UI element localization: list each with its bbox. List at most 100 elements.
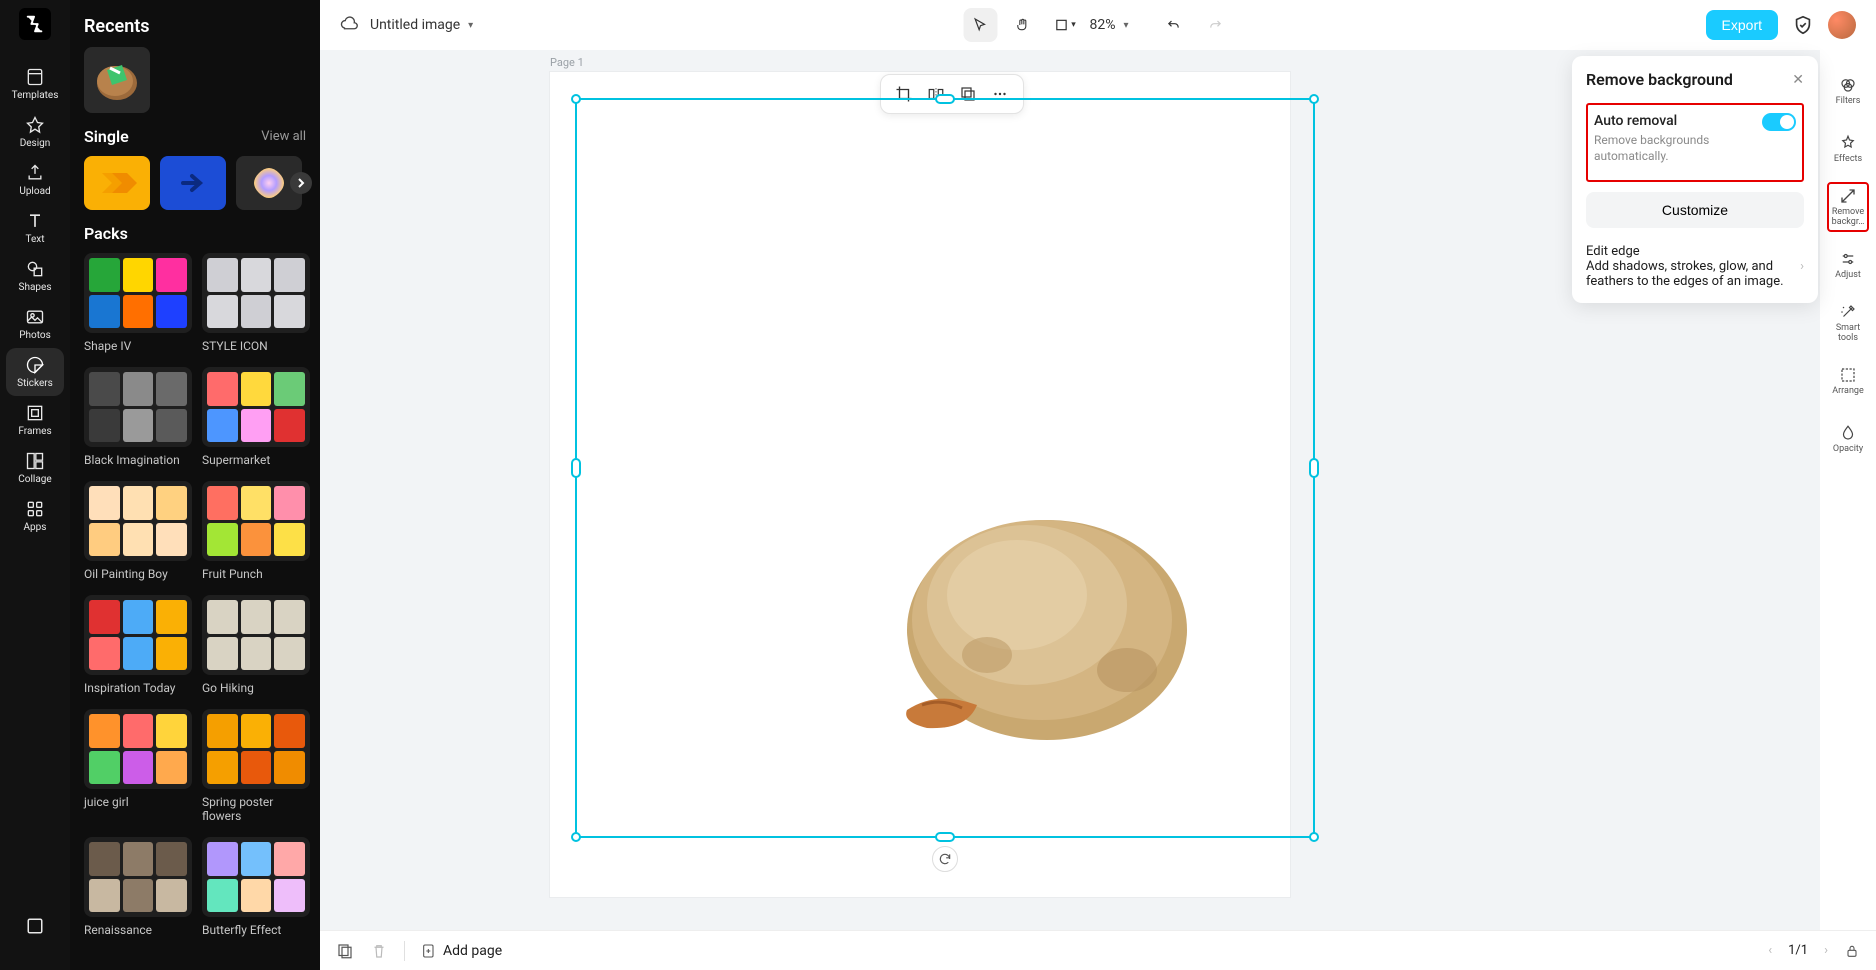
close-panel-button[interactable]: ✕ xyxy=(1792,72,1804,88)
single-sticker-thumb[interactable] xyxy=(160,156,226,210)
pack-label: Black Imagination xyxy=(84,453,192,467)
edit-edge-button[interactable]: Edit edge Add shadows, strokes, glow, an… xyxy=(1586,244,1804,289)
zoom-chevron-icon[interactable]: ▾ xyxy=(1123,20,1128,31)
right-nav-remove-bg[interactable]: Remove backgr… xyxy=(1827,182,1869,232)
pack-thumb[interactable] xyxy=(84,481,192,561)
auto-removal-toggle[interactable] xyxy=(1762,113,1796,131)
right-nav-opacity[interactable]: Opacity xyxy=(1827,414,1869,464)
selection-box[interactable] xyxy=(575,98,1315,838)
pack-thumb[interactable] xyxy=(202,837,310,917)
document-title-button[interactable]: Untitled image ▾ xyxy=(370,17,473,33)
pack-label: Supermarket xyxy=(202,453,310,467)
pack-thumb[interactable] xyxy=(202,595,310,675)
nav-frames[interactable]: Frames xyxy=(6,396,64,444)
left-settings-button[interactable] xyxy=(6,902,64,950)
pack-thumb[interactable] xyxy=(84,595,192,675)
pack-item: Go Hiking xyxy=(202,595,310,695)
nav-text[interactable]: Text xyxy=(6,204,64,252)
resize-handle-mt[interactable] xyxy=(935,94,955,104)
pack-item: Fruit Punch xyxy=(202,481,310,581)
pack-thumb[interactable] xyxy=(202,367,310,447)
right-nav-label: Effects xyxy=(1834,155,1862,165)
rotate-button[interactable] xyxy=(932,846,958,872)
resize-handle-bl[interactable] xyxy=(571,832,581,842)
view-all-link[interactable]: View all xyxy=(261,129,306,144)
filters-icon xyxy=(1839,76,1857,94)
resize-handle-tr[interactable] xyxy=(1309,94,1319,104)
redo-button[interactable] xyxy=(1199,8,1233,42)
resize-handle-br[interactable] xyxy=(1309,832,1319,842)
resize-handle-mb[interactable] xyxy=(935,832,955,842)
pack-label: Butterfly Effect xyxy=(202,923,310,937)
pack-thumb[interactable] xyxy=(202,481,310,561)
single-row xyxy=(84,156,306,210)
nav-photos[interactable]: Photos xyxy=(6,300,64,348)
resize-handle-mr[interactable] xyxy=(1309,458,1319,478)
right-nav-effects[interactable]: Effects xyxy=(1827,124,1869,174)
customize-button[interactable]: Customize xyxy=(1586,192,1804,228)
bottom-bar: Add page ‹ 1/1 › xyxy=(320,930,1876,970)
left-icon-column: TemplatesDesignUpload Text ShapesPhotosSti… xyxy=(0,0,70,970)
undo-button[interactable] xyxy=(1157,8,1191,42)
pages-icon-button[interactable] xyxy=(336,942,354,960)
nav-upload[interactable]: Upload xyxy=(6,156,64,204)
export-button[interactable]: Export xyxy=(1706,10,1778,40)
pack-item: juice girl xyxy=(84,709,192,823)
pack-thumb[interactable] xyxy=(84,709,192,789)
nav-apps[interactable]: Apps xyxy=(6,492,64,540)
single-section-head: Single View all xyxy=(84,127,306,146)
pack-label: Inspiration Today xyxy=(84,681,192,695)
right-nav-adjust[interactable]: Adjust xyxy=(1827,240,1869,290)
resize-handle-tl[interactable] xyxy=(571,94,581,104)
prev-page-button[interactable]: ‹ xyxy=(1768,943,1772,958)
hand-tool[interactable] xyxy=(1005,8,1039,42)
frames-icon xyxy=(25,403,45,423)
zoom-level[interactable]: 82% xyxy=(1085,17,1119,33)
right-nav-arrange[interactable]: Arrange xyxy=(1827,356,1869,406)
packs-section-head: Packs xyxy=(84,224,306,243)
page-label: Page 1 xyxy=(550,56,584,69)
packs-heading: Packs xyxy=(84,224,128,243)
select-tool[interactable] xyxy=(963,8,997,42)
shield-icon[interactable] xyxy=(1792,14,1814,36)
pack-label: Oil Painting Boy xyxy=(84,567,192,581)
single-sticker-thumb[interactable] xyxy=(84,156,150,210)
right-nav-smart[interactable]: Smart tools xyxy=(1827,298,1869,348)
page-indicator: 1/1 xyxy=(1788,943,1808,958)
delete-page-button[interactable] xyxy=(370,942,388,960)
crop-tool[interactable]: ▾ xyxy=(1047,8,1081,42)
user-avatar[interactable] xyxy=(1828,11,1856,39)
auto-removal-title: Auto removal xyxy=(1594,113,1762,129)
nav-shapes[interactable]: Shapes xyxy=(6,252,64,300)
settings-icon xyxy=(25,916,45,936)
app-logo[interactable] xyxy=(19,8,51,40)
next-page-button[interactable]: › xyxy=(1824,943,1828,958)
canvas-image-rock[interactable] xyxy=(847,470,1217,750)
resize-handle-ml[interactable] xyxy=(571,458,581,478)
recent-sticker-thumb[interactable] xyxy=(84,47,150,113)
pack-thumb[interactable] xyxy=(84,253,192,333)
pack-item: Butterfly Effect xyxy=(202,837,310,937)
templates-icon xyxy=(25,67,45,87)
right-nav-label: Filters xyxy=(1836,97,1861,107)
pack-thumb[interactable] xyxy=(84,837,192,917)
photos-icon xyxy=(25,307,45,327)
nav-templates[interactable]: Templates xyxy=(6,60,64,108)
pack-label: juice girl xyxy=(84,795,192,809)
cloud-sync-icon[interactable] xyxy=(340,16,358,34)
scroll-right-button[interactable] xyxy=(290,172,312,194)
nav-stickers[interactable]: Stickers xyxy=(6,348,64,396)
pack-label: Fruit Punch xyxy=(202,567,310,581)
arrange-icon xyxy=(1839,366,1857,384)
add-page-button[interactable]: Add page xyxy=(421,943,502,959)
nav-label: Text xyxy=(25,234,44,245)
lock-button[interactable] xyxy=(1844,943,1860,959)
pack-thumb[interactable] xyxy=(202,253,310,333)
right-nav-filters[interactable]: Filters xyxy=(1827,66,1869,116)
pack-thumb[interactable] xyxy=(202,709,310,789)
nav-design[interactable]: Design xyxy=(6,108,64,156)
pack-thumb[interactable] xyxy=(84,367,192,447)
pack-item: Spring poster flowers xyxy=(202,709,310,823)
nav-collage[interactable]: Collage xyxy=(6,444,64,492)
pack-label: Spring poster flowers xyxy=(202,795,310,823)
